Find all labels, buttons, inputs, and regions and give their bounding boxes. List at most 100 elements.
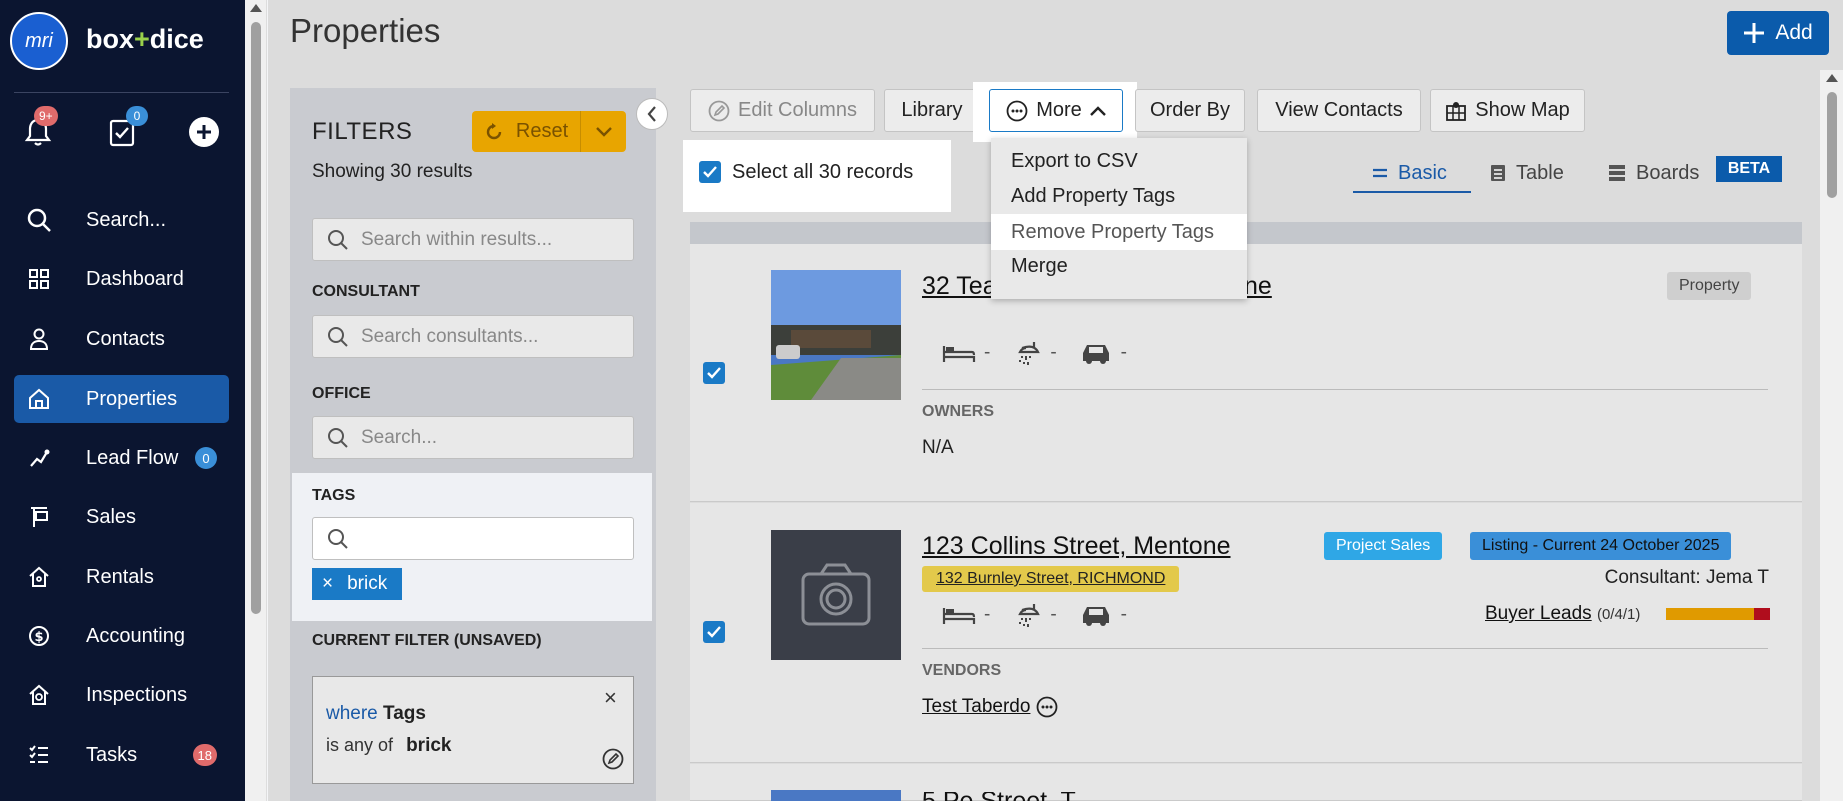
tasks-quick-badge: 0 — [126, 106, 148, 126]
tag-chip-remove-icon[interactable]: × — [322, 573, 333, 595]
shower-icon — [1018, 604, 1041, 627]
list-scroll-up-arrow[interactable] — [1826, 74, 1838, 82]
reset-icon — [486, 122, 502, 139]
check-icon — [707, 367, 721, 379]
more-dots-icon[interactable] — [1036, 696, 1058, 718]
car-icon — [1082, 607, 1109, 626]
card-2-vendor-name[interactable]: Test Taberdo — [922, 696, 1030, 718]
card-1-title-end[interactable]: ne — [1244, 272, 1272, 301]
current-filter-line-1: where Tags — [326, 703, 426, 725]
card-1-type-badge: Property — [1667, 272, 1752, 300]
list-scroll-thumb[interactable] — [1827, 92, 1837, 198]
more-dots-icon — [1006, 100, 1028, 121]
select-all-label[interactable]: Select all 30 records — [732, 161, 913, 184]
card-3-title[interactable]: 5 Pe Street, T — [922, 792, 1076, 801]
shower-icon — [1018, 342, 1041, 365]
nav-rentals[interactable]: Rentals — [14, 553, 229, 601]
add-button[interactable]: Add — [1727, 11, 1829, 55]
card-2-vendor[interactable]: Test Taberdo — [922, 696, 1058, 718]
collapse-filters-button[interactable] — [636, 98, 668, 130]
edit-columns-button[interactable]: Edit Columns — [690, 89, 875, 132]
card-2-checkbox[interactable] — [703, 621, 725, 643]
buyer-leads-label[interactable]: Buyer Leads — [1485, 603, 1592, 624]
select-all-checkbox[interactable] — [699, 161, 721, 183]
card-2-vendors-label: VENDORS — [922, 662, 1002, 679]
card-1-photo[interactable] — [771, 270, 901, 400]
nav-properties-label: Properties — [86, 387, 178, 410]
search-office-placeholder: Search... — [361, 426, 438, 448]
search-within-results-input[interactable]: Search within results... — [312, 218, 634, 261]
edit-columns-label: Edit Columns — [738, 99, 857, 121]
current-filter-line-2: is any of brick — [326, 735, 451, 757]
reset-button[interactable]: Reset — [472, 111, 580, 152]
view-table-tab[interactable]: Table — [1490, 155, 1564, 191]
nav-rentals-label: Rentals — [86, 565, 154, 588]
show-map-button[interactable]: Show Map — [1430, 89, 1585, 132]
view-boards-label: Boards — [1636, 161, 1700, 184]
nav-dashboard[interactable]: Dashboard — [14, 255, 229, 303]
nav-sales[interactable]: Sales — [14, 493, 229, 541]
tasks-icon — [26, 742, 52, 768]
menu-remove-property-tags[interactable]: Remove Property Tags — [991, 214, 1247, 250]
bed-icon — [942, 608, 976, 624]
card-2-buyer-leads[interactable]: Buyer Leads (0/4/1) — [1485, 603, 1640, 625]
card-1-divider — [922, 389, 1768, 390]
order-by-button[interactable]: Order By — [1135, 89, 1245, 132]
tags-search-input[interactable] — [312, 517, 634, 560]
more-button[interactable]: More — [989, 89, 1123, 132]
card-2-listing-badge: Listing - Current 24 October 2025 — [1470, 532, 1732, 560]
menu-merge[interactable]: Merge — [991, 249, 1247, 284]
card-2-title[interactable]: 123 Collins Street, Mentone — [922, 532, 1231, 561]
search-icon — [328, 427, 348, 448]
nav-properties[interactable]: Properties — [14, 375, 229, 423]
order-by-label: Order By — [1149, 99, 1231, 121]
tags-label: TAGS — [312, 487, 356, 504]
card-1-checkbox[interactable] — [703, 362, 725, 384]
scroll-up-arrow[interactable] — [250, 4, 262, 12]
filters-title: FILTERS — [312, 118, 413, 145]
sidebar-divider — [14, 92, 229, 93]
view-basic-label: Basic — [1398, 161, 1447, 184]
cf-field: Tags — [383, 703, 426, 724]
card-1-cars: - — [1120, 342, 1127, 363]
view-boards-tab[interactable]: Boards — [1608, 155, 1699, 191]
nav-contacts-label: Contacts — [86, 327, 165, 350]
current-filter-close-icon[interactable]: × — [604, 685, 617, 711]
page-scroll-thumb[interactable] — [251, 22, 261, 614]
view-contacts-button[interactable]: View Contacts — [1257, 89, 1421, 132]
mri-logo[interactable]: mri — [10, 12, 68, 70]
card-1-beds: - — [984, 342, 991, 363]
car-icon — [1082, 345, 1109, 364]
menu-add-property-tags[interactable]: Add Property Tags — [991, 179, 1247, 214]
svg-text:$: $ — [34, 630, 43, 645]
search-office-input[interactable]: Search... — [312, 416, 634, 459]
tag-chip-brick[interactable]: × brick — [312, 568, 402, 600]
menu-export-csv[interactable]: Export to CSV — [991, 144, 1247, 179]
reset-dropdown-button[interactable] — [580, 111, 626, 152]
nav-dashboard-label: Dashboard — [86, 267, 184, 290]
boards-icon — [1609, 165, 1625, 181]
consultant-label: CONSULTANT — [312, 283, 420, 300]
plus-icon — [1744, 23, 1765, 43]
nav-inspections[interactable]: Inspections — [14, 671, 229, 719]
brand-plus: + — [134, 24, 150, 54]
search-within-results-placeholder: Search within results... — [361, 228, 553, 250]
nav-lead-flow[interactable]: Lead Flow 0 — [14, 434, 229, 482]
nav-contacts[interactable]: Contacts — [14, 315, 229, 363]
nav-lead-flow-label: Lead Flow — [86, 446, 179, 469]
library-button[interactable]: Library — [884, 89, 980, 132]
card-1-title-start[interactable]: 32 Tea — [922, 272, 997, 301]
card-3-photo[interactable] — [771, 790, 901, 801]
nav-accounting[interactable]: $ Accounting — [14, 612, 229, 660]
card-1-owners-value: N/A — [922, 437, 954, 458]
edit-filter-icon[interactable] — [602, 748, 624, 775]
search-consultants-input[interactable]: Search consultants... — [312, 315, 634, 358]
view-basic-tab[interactable]: Basic — [1372, 155, 1447, 191]
current-filter-label: CURRENT FILTER (UNSAVED) — [312, 632, 542, 649]
card-2-photo-placeholder[interactable] — [771, 530, 901, 660]
cf-value: brick — [406, 735, 452, 756]
nav-tasks[interactable]: Tasks 18 — [14, 731, 229, 779]
create-button[interactable] — [184, 112, 224, 152]
card-2-sub-address[interactable]: 132 Burnley Street, RICHMOND — [922, 566, 1180, 592]
nav-search[interactable]: Search... — [14, 196, 229, 244]
